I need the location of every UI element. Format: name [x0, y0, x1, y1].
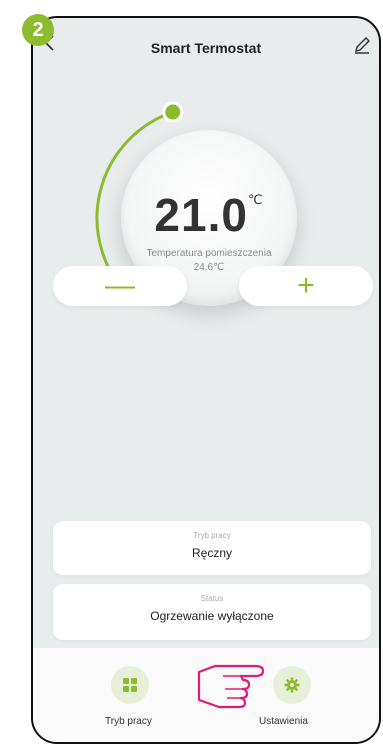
pointing-hand-icon	[197, 664, 265, 709]
status-card-label: Status	[200, 594, 224, 603]
mode-nav-label: Tryb pracy	[105, 716, 152, 727]
header: Smart Termostat	[33, 18, 379, 80]
mode-nav-button[interactable]	[111, 666, 149, 704]
plus-icon: +	[297, 269, 315, 302]
mode-card-value: Ręczny	[191, 546, 232, 560]
page-title: Smart Termostat	[150, 40, 262, 56]
app-screen: Smart Termostat 21.0℃ Temperatura pomies…	[33, 18, 379, 742]
thermostat-dial[interactable]: 21.0℃ Temperatura pomieszczenia 24.6℃	[79, 88, 339, 348]
temperature-knob	[162, 101, 184, 123]
step-badge: 2	[22, 14, 54, 46]
phone-frame: Smart Termostat 21.0℃ Temperatura pomies…	[31, 16, 381, 744]
settings-nav-button[interactable]	[273, 666, 311, 704]
minus-icon: —	[105, 269, 135, 302]
mode-card-label: Tryb pracy	[193, 531, 231, 540]
setpoint-value: 21.0℃	[154, 189, 264, 241]
increase-button[interactable]: +	[239, 266, 373, 306]
status-card: Status Ogrzewanie wyłączone	[53, 584, 371, 640]
mode-card[interactable]: Tryb pracy Ręczny	[53, 521, 371, 575]
grid-icon	[123, 678, 137, 692]
decrease-button[interactable]: —	[53, 266, 187, 306]
settings-nav-label: Ustawienia	[259, 716, 308, 727]
room-temperature-label: Temperatura pomieszczenia	[146, 248, 272, 259]
pencil-icon[interactable]	[353, 36, 371, 54]
status-card-value: Ogrzewanie wyłączone	[150, 609, 274, 623]
gear-icon	[284, 677, 300, 693]
